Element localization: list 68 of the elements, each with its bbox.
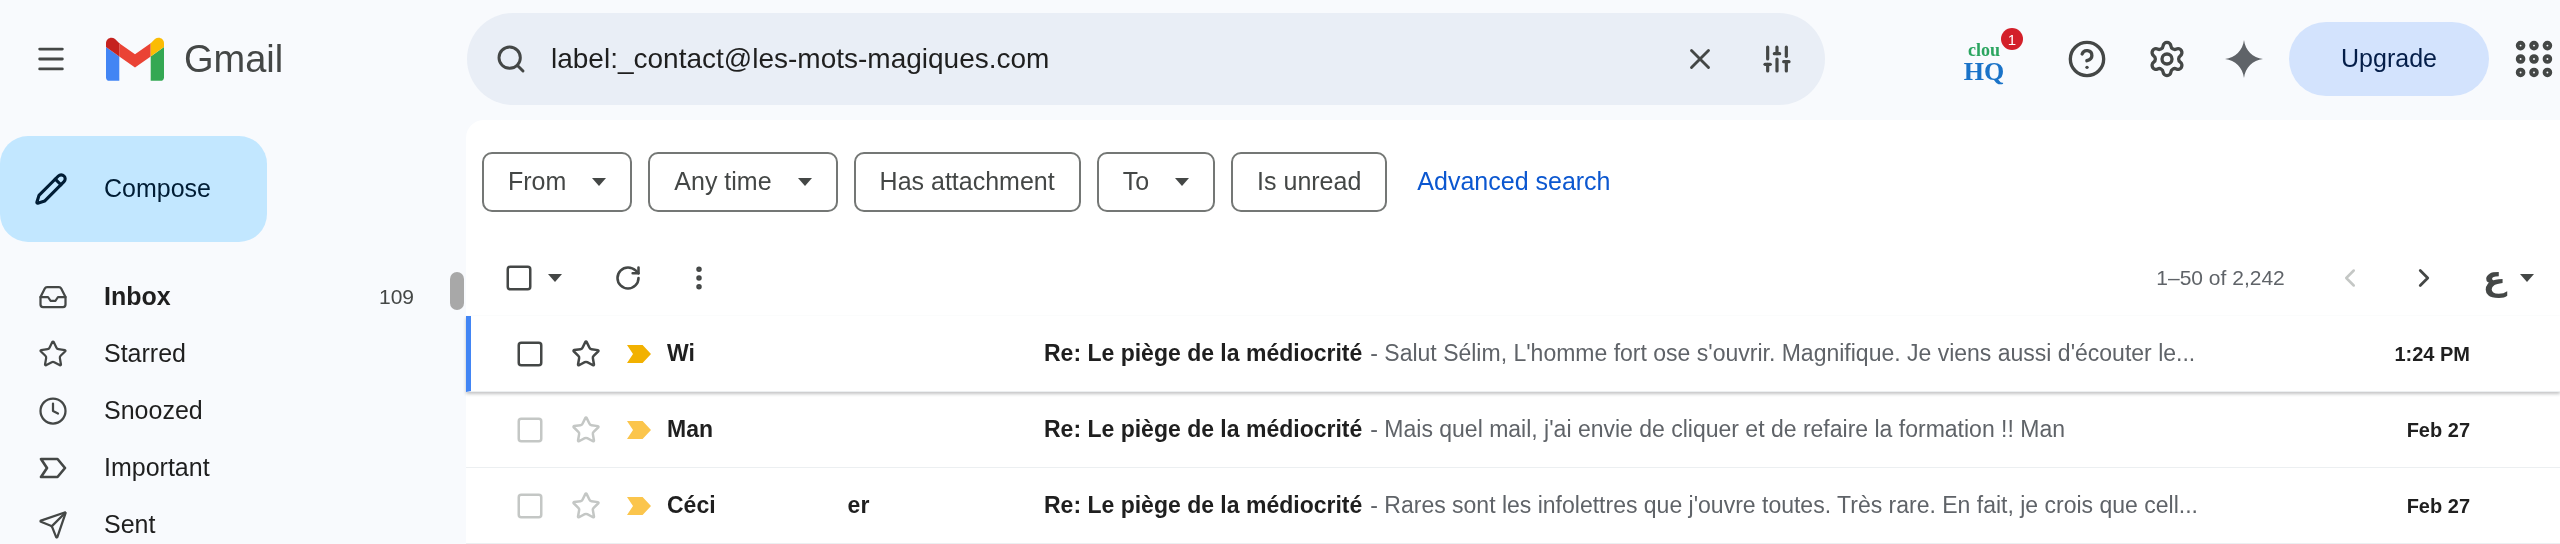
message-time: 1:24 PM	[2394, 341, 2470, 367]
nav-label: Inbox	[104, 280, 171, 312]
upgrade-button[interactable]: Upgrade	[2289, 22, 2489, 96]
message-snippet: - Salut Sélim, L'homme fort ose s'ouvrir. Magnifique. Je viens aussi d'écouter le...	[1370, 339, 2196, 369]
pencil-icon	[34, 172, 68, 206]
email-row[interactable]: Man Re: Le piège de la médiocrité - Mais quel mail, j'ai envie de cliquer et de refaire la formation !! Man Feb 27	[466, 392, 2560, 468]
select-all-checkbox[interactable]	[504, 263, 534, 293]
nav-label: Starred	[104, 337, 186, 369]
scrollbar-thumb[interactable]	[450, 272, 464, 310]
search-icon	[495, 43, 527, 75]
subject-line: Re: Le piège de la médiocrité	[1044, 491, 1363, 521]
message-time: Feb 27	[2406, 417, 2470, 443]
nav-label: Snoozed	[104, 394, 203, 426]
nav-item[interactable]: Inbox 109	[0, 268, 466, 325]
filter-chip[interactable]: Is unread	[1231, 152, 1388, 212]
star-icon[interactable]	[571, 414, 601, 445]
search-input-field[interactable]: label:_contact@les-mots-magiques.com	[551, 38, 1683, 80]
star-icon[interactable]	[571, 490, 601, 521]
email-row[interactable]: Wi Re: Le piège de la médiocrité - Salut Sélim, L'homme fort ose s'ouvrir. Magnifique. Je viens aussi d'écouter le... 1:24 PM	[466, 316, 2560, 392]
addon-logo-bottom: HQ	[1963, 59, 2005, 85]
importance-marker-icon[interactable]	[627, 344, 651, 363]
importance-marker-icon[interactable]	[627, 420, 651, 439]
caret-icon	[2520, 274, 2534, 282]
help-icon[interactable]	[2067, 39, 2107, 79]
clock-icon	[38, 395, 68, 426]
unread-count: 109	[378, 283, 414, 310]
filter-options-icon[interactable]	[1761, 43, 1793, 75]
nav-item[interactable]: Important	[0, 439, 466, 496]
nav-label: Sent	[104, 508, 156, 540]
subject-line: Re: Le piège de la médiocrité	[1044, 415, 1363, 445]
sender-name: Man	[667, 415, 713, 445]
gmail-logo-icon	[106, 37, 164, 81]
select-menu-caret-icon	[548, 274, 562, 282]
filter-chip[interactable]: From	[482, 152, 633, 212]
message-snippet: - Mais quel mail, j'ai envie de cliquer et de refaire la formation !! Man	[1370, 415, 2065, 445]
notification-badge: 1	[2001, 28, 2023, 50]
nav-item[interactable]: Starred	[0, 325, 466, 382]
nav-item[interactable]: Sent	[0, 496, 466, 544]
filter-chip[interactable]: Any time	[648, 152, 838, 212]
sparkle-icon[interactable]	[2225, 40, 2263, 78]
filter-chip[interactable]: To	[1096, 152, 1216, 212]
message-time: Feb 27	[2406, 493, 2470, 519]
sender-name: Wi	[667, 339, 695, 369]
send-icon	[38, 509, 68, 540]
message-snippet: - Rares sont les infolettres que j'ouvre toutes. Très rare. En fait, je crois que cell...	[1370, 491, 2198, 521]
caret-icon	[1175, 178, 1190, 186]
filter-chip[interactable]: Has attachment	[853, 152, 1081, 212]
settings-icon[interactable]	[2147, 39, 2187, 79]
pagination-range: 1–50 of 2,242	[2156, 265, 2285, 292]
nav-label: Important	[104, 451, 210, 483]
important-icon	[38, 455, 68, 480]
refresh-icon[interactable]	[614, 264, 642, 292]
addon-logo[interactable]: clou HQ 1	[1955, 28, 2023, 90]
importance-marker-icon[interactable]	[627, 496, 651, 515]
star-icon	[38, 338, 68, 369]
star-icon[interactable]	[571, 338, 601, 369]
caret-icon	[797, 178, 812, 186]
compose-button[interactable]: Compose	[0, 136, 267, 242]
sender-name: er	[847, 491, 870, 521]
advanced-search-link[interactable]: Advanced search	[1417, 163, 1611, 201]
search-bar[interactable]: label:_contact@les-mots-magiques.com	[467, 13, 1825, 105]
addon-logo-top: clou	[1968, 41, 2000, 59]
caret-icon	[592, 178, 607, 186]
app-name: Gmail	[184, 40, 284, 78]
sender-name: Céci	[667, 491, 716, 521]
email-row[interactable]: Céci er Re: Le piège de la médiocrité - Rares sont les infolettres que j'ouvre toutes. Très rare. En fait, je crois que cell... Feb 27	[466, 468, 2560, 544]
subject-line: Re: Le piège de la médiocrité	[1044, 339, 1363, 369]
nav-item[interactable]: Snoozed	[0, 382, 466, 439]
